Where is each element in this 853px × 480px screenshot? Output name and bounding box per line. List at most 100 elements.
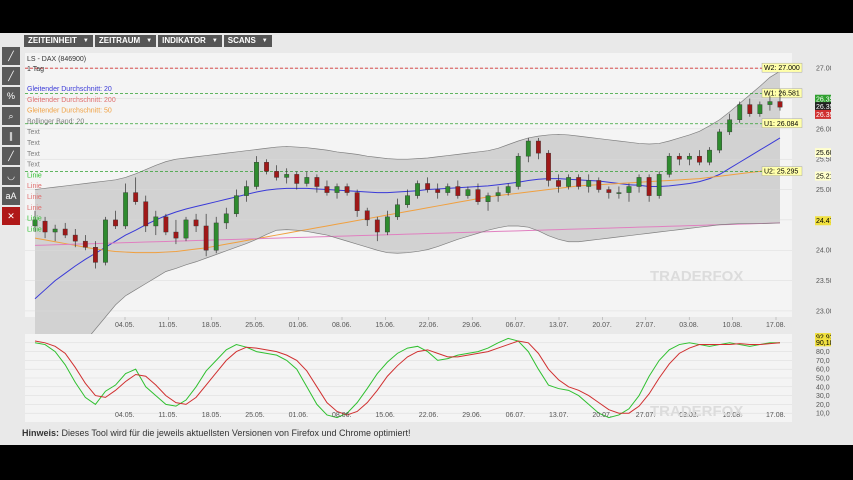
- candle-body: [193, 219, 199, 227]
- candle-body: [636, 177, 642, 187]
- level-label: U1: 26.084: [764, 121, 798, 128]
- footer-hint: Hinweis: Dieses Tool wird für die jeweil…: [22, 428, 411, 438]
- candle-body: [264, 162, 269, 172]
- candle-body: [374, 219, 380, 233]
- legend-entry: Text: [27, 129, 40, 136]
- candle-body: [183, 219, 189, 239]
- x-tick-label: 29.06.: [462, 322, 482, 329]
- delete-tool-icon[interactable]: ✕: [2, 207, 20, 225]
- osc-x-tick-label: 25.05.: [245, 412, 265, 419]
- osc-x-tick-label: 06.07.: [506, 412, 526, 419]
- candle-body: [274, 171, 280, 178]
- candle-body: [425, 183, 431, 190]
- candle-body: [697, 155, 702, 163]
- arc-tool-icon[interactable]: ◡: [2, 167, 20, 185]
- x-tick-label: 06.07.: [506, 322, 526, 329]
- osc-y-tick-label: 20,0: [816, 402, 830, 409]
- candle-body: [475, 189, 481, 202]
- osc-x-tick-label: 17.08.: [766, 412, 786, 419]
- ray-tool-icon[interactable]: ╱: [2, 67, 20, 85]
- osc-x-tick-label: 11.05.: [158, 412, 177, 419]
- osc-value-label: 90,18: [816, 340, 831, 347]
- legend-entry: Gleitender Durchschnitt: 200: [27, 97, 116, 104]
- candle-body: [566, 177, 571, 187]
- app-frame: ZEITEINHEIT ▼ ZEITRAUM ▼ INDIKATOR ▼ SCANS ▼ ╱ ╱…: [0, 33, 853, 445]
- candle-body: [384, 216, 390, 233]
- candle-body: [445, 186, 451, 193]
- line-tool-icon[interactable]: ╱: [2, 47, 20, 65]
- text-tool-icon[interactable]: aA: [2, 187, 20, 205]
- x-tick-label: 15.06.: [375, 322, 395, 329]
- osc-y-tick-label: 60,0: [816, 367, 830, 374]
- drawing-toolbar: ╱ ╱% ⌕ ∥ ╱ ◡ aA ✕: [0, 45, 22, 425]
- osc-x-tick-label: 13.07.: [549, 412, 569, 419]
- legend-entry: Gleitender Durchschnitt: 50: [27, 108, 112, 115]
- candle-body: [143, 201, 149, 227]
- osc-x-tick-label: 15.06.: [375, 412, 395, 419]
- candle-body: [717, 131, 722, 151]
- legend-entry: Bollinger Band: 20: [27, 118, 84, 125]
- candle-body: [395, 204, 400, 218]
- price-label: 25.213,83: [816, 174, 831, 181]
- osc-x-tick-label: 01.06.: [289, 412, 309, 419]
- candle-body: [656, 174, 662, 196]
- candle-body: [727, 119, 733, 133]
- candle-body: [324, 186, 330, 193]
- candle-body: [586, 180, 592, 187]
- legend-entry: Gleitender Durchschnitt: 20: [27, 86, 112, 93]
- candle-body: [213, 222, 219, 251]
- y-tick-label: 23.500,0: [816, 278, 831, 285]
- chart-subtitle: 1 Tag: [27, 66, 44, 73]
- candle-body: [495, 192, 501, 196]
- candle-body: [606, 189, 612, 193]
- osc-y-tick-label: 10,0: [816, 411, 830, 418]
- chart-title: LS - DAX (846900): [27, 56, 86, 63]
- candle-body: [314, 177, 320, 187]
- level-label: U2: 25.295: [764, 169, 798, 176]
- candle-body: [535, 140, 541, 154]
- legend-entry: Linie: [27, 226, 42, 233]
- candle-body: [515, 155, 521, 187]
- candle-body: [747, 104, 753, 114]
- candle-body: [42, 220, 48, 233]
- candle-body: [646, 177, 652, 196]
- candle-body: [254, 162, 259, 187]
- candle-body: [93, 247, 98, 263]
- channel-tool-icon[interactable]: ∥: [2, 127, 20, 145]
- candle-body: [52, 228, 58, 233]
- candle-body: [686, 155, 692, 160]
- x-tick-label: 01.06.: [289, 322, 309, 329]
- candle-body: [777, 101, 783, 108]
- candle-body: [334, 186, 340, 193]
- x-tick-label: 17.08.: [766, 322, 786, 329]
- osc-y-tick-label: 30,0: [816, 393, 830, 400]
- candle-body: [505, 186, 511, 193]
- x-tick-label: 03.08.: [679, 322, 699, 329]
- fibonacci-tool-icon[interactable]: ╱: [2, 147, 20, 165]
- candle-body: [153, 216, 159, 227]
- y-tick-label: 25.000,0: [816, 187, 831, 194]
- osc-x-tick-label: 18.05.: [202, 412, 222, 419]
- candle-body: [294, 174, 300, 184]
- candle-body: [304, 177, 310, 184]
- hint-text: Dieses Tool wird für die jeweils aktuell…: [59, 428, 411, 438]
- x-tick-label: 27.07.: [636, 322, 656, 329]
- osc-x-tick-label: 08.06.: [332, 412, 352, 419]
- zoom-tool-icon[interactable]: ⌕: [2, 107, 20, 125]
- legend-entry: Linie: [27, 205, 42, 212]
- candle-body: [757, 104, 763, 114]
- x-tick-label: 20.07.: [592, 322, 612, 329]
- candle-body: [465, 189, 471, 196]
- osc-watermark: TRADERFOX: [650, 403, 743, 420]
- x-tick-label: 10.08.: [723, 322, 743, 329]
- candle-body: [616, 192, 622, 194]
- percent-tool-icon[interactable]: %: [2, 87, 20, 105]
- x-tick-label: 13.07.: [549, 322, 569, 329]
- watermark: TRADERFOX: [650, 268, 743, 285]
- osc-x-tick-label: 20.07.: [592, 412, 612, 419]
- candle-body: [626, 186, 632, 193]
- candle-body: [707, 149, 712, 163]
- legend-entry: Text: [27, 151, 40, 158]
- candle-body: [525, 140, 531, 157]
- legend-entry: Linie: [27, 194, 42, 201]
